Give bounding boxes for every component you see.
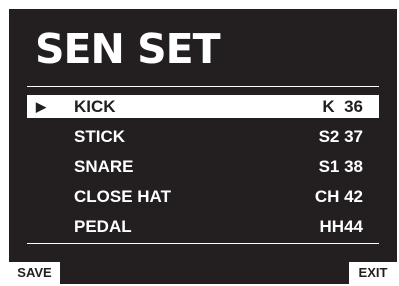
menu-item-label: SNARE <box>74 157 134 176</box>
selection-arrow-icon: ▶ <box>36 99 46 114</box>
menu-item-label: STICK <box>74 127 125 146</box>
menu-item-note: S1 38 <box>318 157 363 176</box>
lcd-screen: SEN SET ▶ KICK K 36 STICK S2 37 SNARE S1… <box>9 9 397 284</box>
menu-item-note: CH 42 <box>314 187 363 206</box>
menu-item-label: KICK <box>74 97 116 116</box>
menu-item-note: S2 37 <box>318 127 363 146</box>
sensor-menu: ▶ KICK K 36 STICK S2 37 SNARE S1 38 CLOS… <box>27 95 379 245</box>
menu-item-note: HH44 <box>319 217 363 236</box>
menu-item-label: CLOSE HAT <box>74 187 171 206</box>
menu-item-note: K 36 <box>322 97 363 116</box>
bottom-divider <box>27 243 379 244</box>
menu-item-kick[interactable]: ▶ KICK K 36 <box>27 95 379 118</box>
exit-button[interactable]: EXIT <box>349 262 397 284</box>
menu-item-snare[interactable]: SNARE S1 38 <box>27 155 379 178</box>
top-divider <box>27 86 379 87</box>
menu-item-stick[interactable]: STICK S2 37 <box>27 125 379 148</box>
menu-item-label: PEDAL <box>74 217 132 236</box>
screen-title: SEN SET <box>35 25 221 73</box>
menu-item-pedal[interactable]: PEDAL HH44 <box>27 215 379 238</box>
save-button[interactable]: SAVE <box>9 262 60 284</box>
menu-item-close-hat[interactable]: CLOSE HAT CH 42 <box>27 185 379 208</box>
